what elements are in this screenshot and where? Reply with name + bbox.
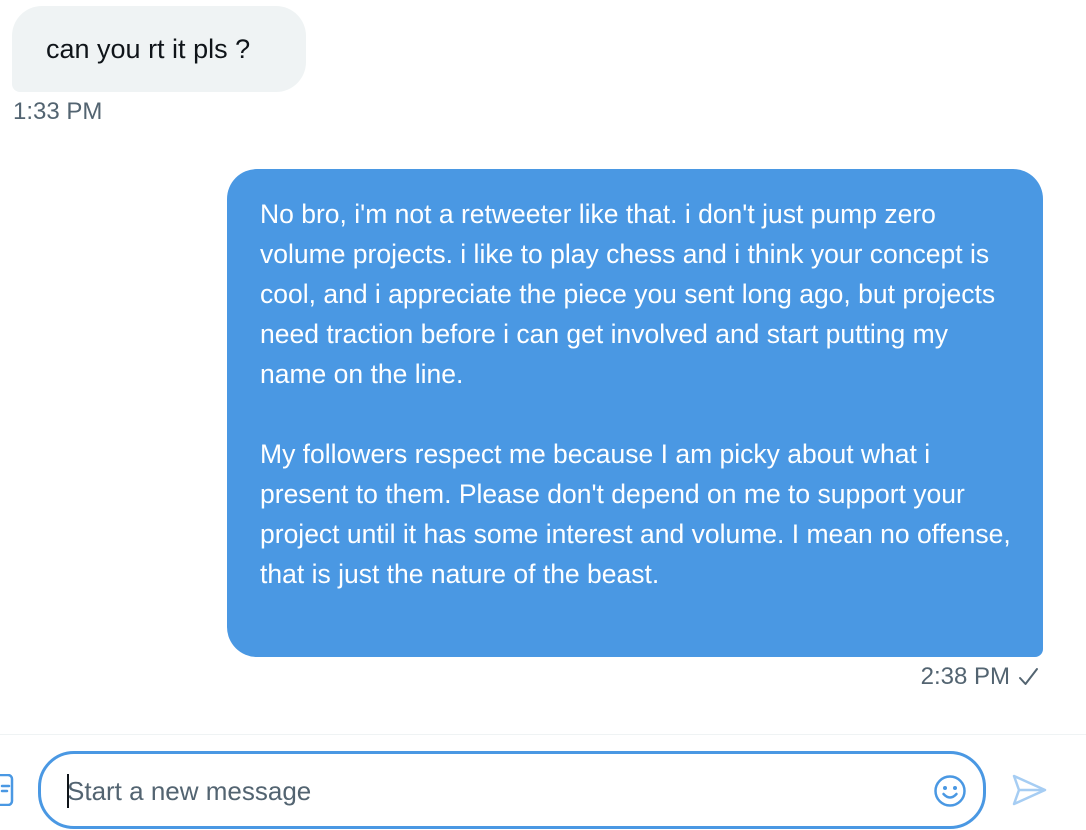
composer-divider: [0, 734, 1086, 735]
text-caret: [67, 774, 69, 808]
check-icon: [1016, 665, 1040, 689]
incoming-message-bubble[interactable]: can you rt it pls ?: [12, 6, 306, 92]
outgoing-message-meta: 2:38 PM: [921, 661, 1040, 693]
outgoing-message-timestamp: 2:38 PM: [920, 663, 1010, 690]
incoming-message-text: can you rt it pls ?: [46, 34, 251, 64]
incoming-message-timestamp: 1:33 PM: [13, 98, 103, 125]
gif-icon[interactable]: [0, 773, 14, 807]
dm-conversation: can you rt it pls ? 1:33 PM No bro, i'm …: [0, 0, 1086, 830]
send-icon[interactable]: [1010, 772, 1048, 808]
message-input[interactable]: [65, 772, 899, 810]
message-composer: [38, 751, 986, 829]
outgoing-message-paragraph: My followers respect me because I am pic…: [260, 439, 1019, 589]
emoji-icon[interactable]: [933, 774, 967, 808]
outgoing-message-bubble[interactable]: No bro, i'm not a retweeter like that. i…: [227, 169, 1043, 657]
outgoing-message-paragraph: No bro, i'm not a retweeter like that. i…: [260, 199, 1003, 389]
